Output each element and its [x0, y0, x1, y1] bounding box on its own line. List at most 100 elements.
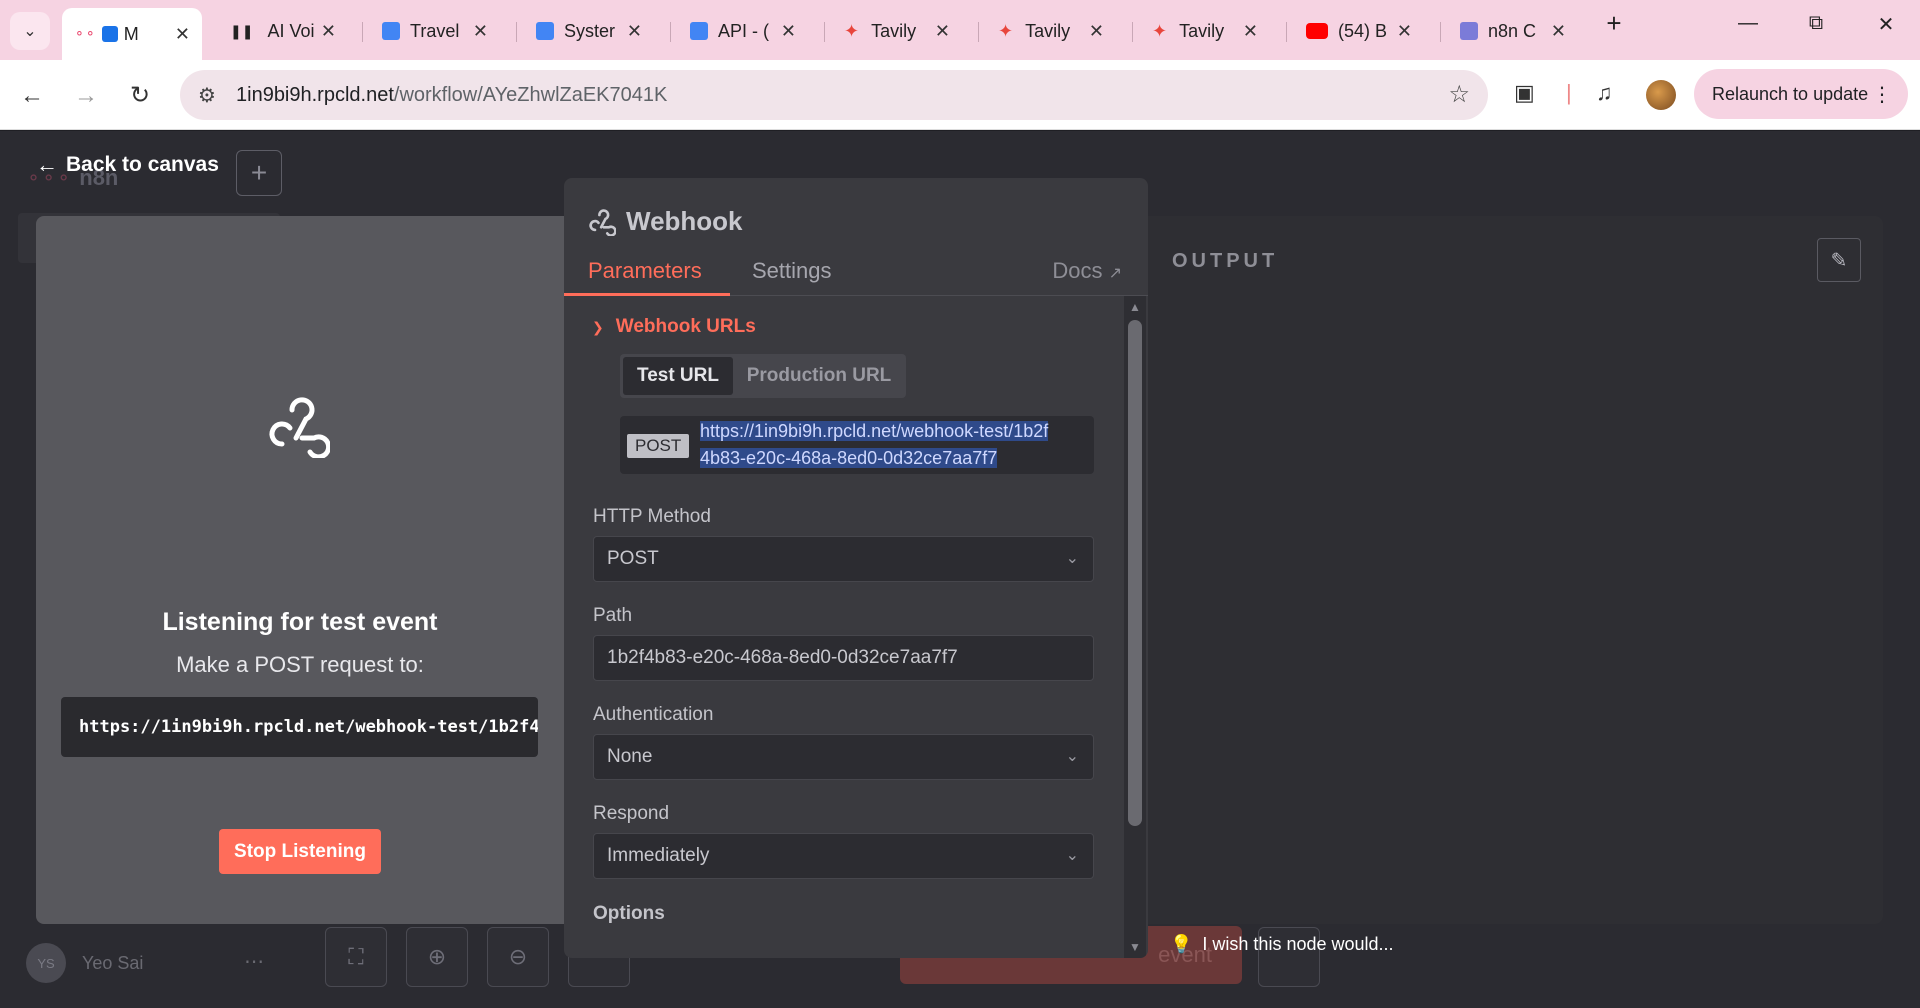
- minimize-icon[interactable]: —: [1728, 12, 1768, 35]
- back-arrow-icon[interactable]: ←: [14, 78, 50, 114]
- browser-tab[interactable]: ✦ Tavily ✕: [986, 10, 1116, 52]
- browser-tab[interactable]: ✦ Tavily ✕: [832, 10, 962, 52]
- browser-tab[interactable]: (54) B ✕: [1294, 10, 1424, 52]
- zoom-out-icon[interactable]: ⊖: [487, 927, 549, 987]
- chevron-down-icon: ⌄: [1065, 550, 1079, 567]
- close-tab-icon[interactable]: ✕: [473, 21, 488, 42]
- extensions-icon[interactable]: ▣: [1514, 80, 1535, 106]
- url-type-switch: Test URL Production URL: [620, 354, 906, 398]
- browser-tab[interactable]: Syster ✕: [524, 10, 654, 52]
- tab-parameters[interactable]: Parameters: [588, 258, 702, 284]
- tab-settings[interactable]: Settings: [752, 258, 832, 284]
- add-node-button[interactable]: +: [236, 150, 282, 196]
- browser-tab[interactable]: Travel ✕: [370, 10, 500, 52]
- more-vert-icon[interactable]: ⋮: [1872, 82, 1892, 107]
- user-more-icon[interactable]: ⋯: [244, 949, 264, 974]
- close-tab-icon[interactable]: ✕: [1397, 21, 1412, 42]
- respond-select[interactable]: Immediately ⌄: [593, 833, 1094, 879]
- close-tab-icon[interactable]: ✕: [1551, 21, 1566, 42]
- webhook-url-line-1: https://1in9bi9h.rpcld.net/webhook-test/…: [700, 421, 1049, 441]
- tab-title: n8n C: [1488, 20, 1537, 41]
- test-url-tab[interactable]: Test URL: [623, 357, 733, 395]
- user-name: Yeo Sai: [82, 952, 144, 973]
- close-tab-icon[interactable]: ✕: [175, 24, 190, 45]
- relaunch-button[interactable]: Relaunch to update ⋮: [1694, 69, 1908, 119]
- webhook-url-line-2: 4b83-e20c-468a-8ed0-0d32ce7aa7f7: [700, 448, 998, 468]
- site-settings-icon[interactable]: ⚙: [198, 83, 216, 108]
- test-url-box[interactable]: https://1in9bi9h.rpcld.net/webhook-test/…: [61, 697, 538, 757]
- http-method-select[interactable]: POST ⌄: [593, 536, 1094, 582]
- pencil-icon: ✎: [1830, 249, 1848, 272]
- new-tab-button[interactable]: +: [1594, 8, 1634, 39]
- forward-arrow-icon[interactable]: →: [68, 78, 104, 114]
- stop-listening-button[interactable]: Stop Listening: [219, 829, 381, 874]
- browser-tabstrip: ⌄ ⚬⚬ M ✕ ❚❚ AI Voi ✕ Travel ✕ Syster ✕ A…: [0, 0, 1920, 60]
- browser-tab[interactable]: ❚❚ AI Voi ✕: [218, 10, 348, 52]
- listening-title: Listening for test event: [162, 608, 438, 636]
- pause-favicon-icon: ❚❚: [230, 22, 254, 39]
- close-tab-icon[interactable]: ✕: [1089, 21, 1104, 42]
- back-to-canvas-button[interactable]: ← Back to canvas: [36, 152, 219, 178]
- profile-avatar[interactable]: [1646, 80, 1676, 110]
- docs-link[interactable]: Docs ↗: [1052, 258, 1122, 284]
- address-bar[interactable]: ⚙ 1in9bi9h.rpcld.net/workflow/AYeZhwlZaE…: [180, 70, 1488, 120]
- close-tab-icon[interactable]: ✕: [1243, 21, 1258, 42]
- chevron-down-icon: ⌄: [1065, 748, 1079, 765]
- address-url[interactable]: 1in9bi9h.rpcld.net/workflow/AYeZhwlZaEK7…: [236, 84, 667, 107]
- close-tab-icon[interactable]: ✕: [627, 21, 642, 42]
- path-value: 1b2f4b83-e20c-468a-8ed0-0d32ce7aa7f7: [607, 647, 958, 668]
- authentication-select[interactable]: None ⌄: [593, 734, 1094, 780]
- options-label: Options: [593, 903, 665, 924]
- path-input[interactable]: 1b2f4b83-e20c-468a-8ed0-0d32ce7aa7f7: [593, 635, 1094, 681]
- webhook-url-text[interactable]: https://1in9bi9h.rpcld.net/webhook-test/…: [700, 418, 1088, 472]
- reload-icon[interactable]: ↻: [122, 78, 158, 114]
- scroll-up-icon[interactable]: ▲: [1128, 300, 1142, 314]
- bookmark-star-icon[interactable]: ☆: [1448, 80, 1470, 109]
- tab-separator: [978, 22, 979, 42]
- browser-tab[interactable]: ✦ Tavily ✕: [1140, 10, 1270, 52]
- webhook-urls-toggle[interactable]: ❯ Webhook URLs: [592, 316, 756, 338]
- browser-toolbar: ← → ↻ ⚙ 1in9bi9h.rpcld.net/workflow/AYeZ…: [0, 60, 1920, 130]
- node-title[interactable]: Webhook: [626, 206, 743, 237]
- close-tab-icon[interactable]: ✕: [781, 21, 796, 42]
- zoom-in-icon[interactable]: ⊕: [406, 927, 468, 987]
- tab-separator: [670, 22, 671, 42]
- parameters-scrollbar[interactable]: ▲ ▼: [1124, 296, 1146, 958]
- close-window-icon[interactable]: ✕: [1866, 12, 1906, 37]
- tavily-favicon-icon: ✦: [998, 20, 1014, 41]
- docs-favicon-icon: [382, 22, 400, 40]
- tab-separator: [1440, 22, 1441, 42]
- tab-title: (54) B: [1338, 20, 1388, 41]
- feedback-label: I wish this node would...: [1202, 934, 1394, 954]
- fit-view-icon[interactable]: ⛶: [325, 927, 387, 987]
- tab-title: Travel: [410, 20, 460, 41]
- feedback-link[interactable]: 💡 I wish this node would...: [1170, 934, 1394, 955]
- restore-icon[interactable]: ⧉: [1796, 12, 1836, 35]
- browser-tab-active[interactable]: ⚬⚬ M ✕: [62, 8, 202, 60]
- tab-title: Tavily: [1179, 20, 1225, 41]
- authentication-label: Authentication: [593, 704, 714, 725]
- docs-label: Docs: [1052, 258, 1103, 283]
- node-tabs: Parameters Settings Docs ↗: [564, 250, 1148, 296]
- user-avatar: YS: [26, 943, 66, 983]
- browser-tab[interactable]: API - ( ✕: [678, 10, 808, 52]
- close-tab-icon[interactable]: ✕: [935, 21, 950, 42]
- browser-tab[interactable]: n8n C ✕: [1448, 10, 1578, 52]
- close-tab-icon[interactable]: ✕: [321, 21, 336, 42]
- webhook-url-display[interactable]: POST https://1in9bi9h.rpcld.net/webhook-…: [620, 416, 1094, 474]
- edit-output-button[interactable]: ✎: [1817, 238, 1861, 282]
- respond-value: Immediately: [607, 845, 710, 866]
- path-label: Path: [593, 605, 633, 626]
- input-panel: Listening for test event Make a POST req…: [36, 216, 564, 924]
- method-badge: POST: [627, 434, 690, 458]
- tab-separator: [824, 22, 825, 42]
- media-controls-icon[interactable]: ♫: [1596, 80, 1613, 106]
- node-header: Webhook: [588, 206, 743, 237]
- tab-search-button[interactable]: ⌄: [10, 12, 50, 50]
- arrow-left-icon: ←: [36, 152, 58, 177]
- user-menu[interactable]: YS Yeo Sai: [26, 943, 143, 983]
- production-url-tab[interactable]: Production URL: [736, 357, 902, 395]
- docs-favicon-icon: [536, 22, 554, 40]
- scroll-down-icon[interactable]: ▼: [1128, 940, 1142, 954]
- scrollbar-thumb[interactable]: [1128, 320, 1142, 826]
